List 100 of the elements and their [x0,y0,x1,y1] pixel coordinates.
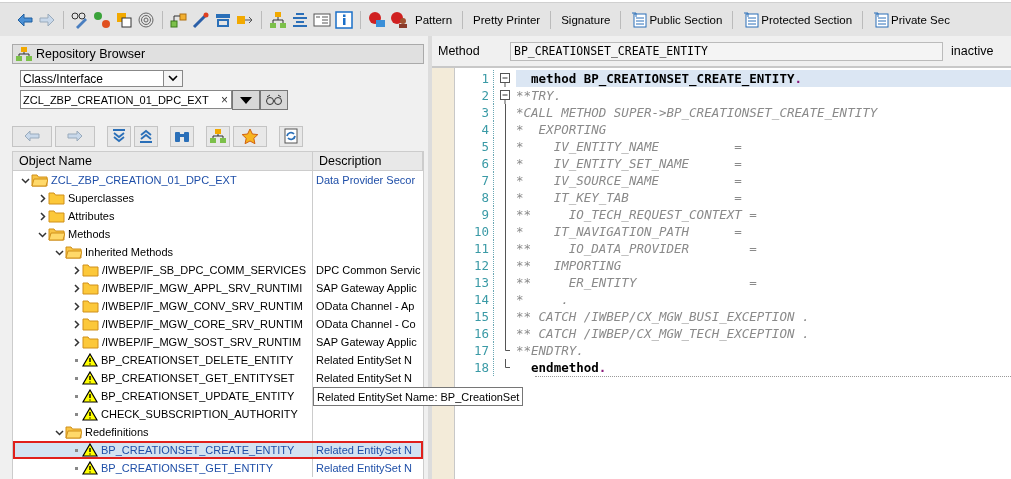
code-line: ** IO_DATA_PROVIDER = [516,240,758,257]
expand-all-button[interactable] [107,125,131,147]
fold-toggle-icon[interactable] [500,90,510,104]
bullet-icon [74,376,78,380]
bullet-icon [74,412,78,416]
column-header[interactable]: Object Name [13,152,313,170]
toolbar-button[interactable]: Signature [558,11,614,28]
fold-toggle-icon[interactable] [500,73,510,87]
line-number: 7 [455,172,494,189]
node-description: Related EntitySet N [315,444,412,456]
open-folder-icon [48,227,65,241]
collapse-all-button[interactable] [134,125,158,147]
object-type-dropdown[interactable]: Class/Interface [20,70,183,87]
line-number: 12 [455,257,494,274]
hierarchy-icon[interactable] [170,10,188,29]
collapse-icon[interactable] [54,247,64,257]
line-number: 3 [455,104,494,121]
code-line: **ENDTRY. [516,342,585,359]
node-label: BP_CREATIONSET_GET_ENTITY [101,462,274,474]
toolbar-button[interactable]: Pretty Printer [470,11,544,28]
collapse-icon[interactable] [37,229,47,239]
node-description: Related EntitySet N [315,354,412,366]
node-description: OData Channel - Ap [315,300,415,312]
expand-icon[interactable] [71,265,81,275]
line-number: 8 [455,189,494,206]
list-window-icon[interactable] [313,10,331,29]
collapse-icon[interactable] [54,427,64,437]
line-number: 18 [455,359,494,376]
tree-row[interactable]: /IWBEP/IF_SB_DPC_COMM_SERVICES DPC Common Servic [13,261,423,279]
object-name-field[interactable]: ZCL_ZBP_CREATION_01_DPC_EXT × [20,90,232,109]
code-line: * . [516,291,570,308]
column-header[interactable]: Description [313,152,423,170]
hierarchy-button[interactable] [206,125,230,147]
folder-icon [82,263,99,277]
code-line: * IV_ENTITY_SET_NAME = [516,155,743,172]
warning-icon [82,407,98,421]
status-text: inactive [951,44,994,58]
open-folder-icon [65,425,82,439]
tree-row[interactable]: /IWBEP/IF_MGW_CORE_SRV_RUNTIM OData Channel - Co [13,315,423,333]
tree-row[interactable]: BP_CREATIONSET_GET_ENTITYSET Related EntitySet N [13,369,423,387]
code-line: **TRY. [516,87,563,104]
folder-icon [82,299,99,313]
tree-row[interactable]: BP_CREATIONSET_DELETE_ENTITY Related EntitySet N [13,351,423,369]
toolbar-button[interactable]: Protected Section [740,9,856,30]
tree-row[interactable]: /IWBEP/IF_MGW_CONV_SRV_RUNTIM OData Channel - Ap [13,297,423,315]
code-line: * IT_NAVIGATION_PATH = [516,223,743,240]
magic-wand-icon[interactable] [192,10,210,29]
info-icon[interactable] [335,10,353,29]
collapse-icon[interactable] [20,175,30,185]
node-description: SAP Gateway Applic [315,282,417,294]
node-description: Related EntitySet N [315,372,412,384]
chevron-down-icon [168,75,178,82]
align-lines-icon[interactable] [291,10,309,29]
find-button[interactable] [170,125,194,147]
node-label: BP_CREATIONSET_DELETE_ENTITY [101,354,294,366]
clear-button[interactable]: × [221,92,228,107]
glasses-pencil-icon[interactable] [71,10,89,29]
tree-row[interactable]: BP_CREATIONSET_CREATE_ENTITY Related EntitySet N [13,441,423,459]
tree-row[interactable]: CHECK_SUBSCRIPTION_AUTHORITY [13,405,423,423]
refresh-button[interactable] [279,125,303,147]
glasses-icon [265,94,283,106]
warning-icon [82,461,98,475]
expand-icon[interactable] [71,337,81,347]
tree-row[interactable]: BP_CREATIONSET_GET_ENTITY Related EntitySet N [13,459,423,477]
method-label: Method [438,44,481,58]
line-number: 10 [455,223,494,240]
expand-icon[interactable] [37,211,47,221]
toolbar-button[interactable]: Public Section [628,9,726,30]
node-label: Superclasses [68,192,135,204]
folder-icon [48,209,65,223]
double-chevron-up-icon [138,129,154,143]
expand-icon[interactable] [71,283,81,293]
hierarchy-icon [16,47,32,61]
expand-icon[interactable] [71,301,81,311]
dropdown-button[interactable] [232,90,260,110]
favorites-button[interactable] [233,125,267,147]
expand-icon[interactable] [71,319,81,329]
copy-document-icon[interactable] [115,10,133,29]
toolbar-button[interactable]: Private Sec [870,9,953,30]
node-label: /IWBEP/IF_SB_DPC_COMM_SERVICES [102,264,306,276]
toolbar-button[interactable]: Pattern [412,11,456,28]
node-label: CHECK_SUBSCRIPTION_AUTHORITY [101,408,298,420]
node-description: OData Channel - Co [315,318,416,330]
tree-row[interactable]: /IWBEP/IF_MGW_SOST_SRV_RUNTIM SAP Gateway Applic [13,333,423,351]
line-number: 2 [455,87,494,104]
tree-row[interactable]: /IWBEP/IF_MGW_APPL_SRV_RUNTIMI SAP Gateway Applic [13,279,423,297]
display-button[interactable] [260,90,288,110]
tree-row[interactable]: ZCL_ZBP_CREATION_01_DPC_EXT Data Provider Secor [13,171,423,189]
back-arrow-icon [24,130,40,142]
folder-icon [82,317,99,331]
line-number: 16 [455,325,494,342]
tree-row[interactable]: Superclasses [13,189,423,207]
tree-row[interactable]: Inherited Methods [13,243,423,261]
method-name-field: BP_CREATIONSET_CREATE_ENTITY [510,41,943,61]
code-line: * IV_ENTITY_NAME = [516,138,743,155]
hierarchy-icon[interactable] [269,10,287,29]
code-line: ** ER_ENTITY = [516,274,758,291]
tree-row[interactable]: Attributes [13,207,423,225]
tree-row[interactable]: Methods [13,225,423,243]
expand-icon[interactable] [37,193,47,203]
